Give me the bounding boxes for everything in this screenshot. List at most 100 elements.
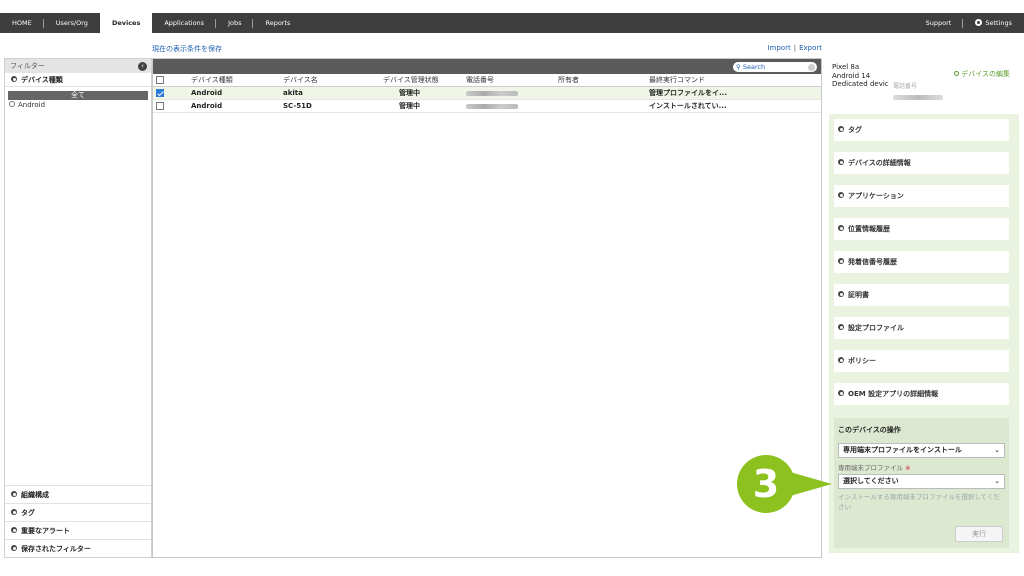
cell-last-command: インストールされてい... (649, 102, 727, 110)
section-device-details[interactable]: デバイスの詳細情報 (834, 152, 1009, 174)
section-tags[interactable]: タグ (834, 119, 1009, 141)
operation-select[interactable]: 専用端末プロファイルをインストール ⌄ (838, 443, 1005, 458)
filter-saved-label: 保存されたフィルター (21, 545, 91, 553)
filter-org[interactable]: 組織構成 (5, 485, 151, 503)
cell-type: Android (191, 102, 223, 110)
filter-device-type[interactable]: デバイス種類 (5, 73, 151, 87)
nav-users-org[interactable]: Users/Org (44, 13, 100, 33)
col-mgmt-status[interactable]: デバイス管理状態 (383, 75, 466, 85)
filter-all[interactable]: 全て (8, 91, 148, 100)
device-table-panel: ⚲ Search デバイス種類 デバイス名 デバイス管理状態 電話番号 所有者 … (152, 58, 822, 558)
filter-saved[interactable]: 保存されたフィルター (5, 539, 151, 557)
cell-last-command: 管理プロファイルをイ... (649, 89, 727, 97)
redacted-phone (466, 103, 518, 109)
phone-label: 電話番号 (893, 83, 918, 90)
col-phone[interactable]: 電話番号 (466, 75, 558, 85)
radio-icon (9, 101, 15, 107)
section-label: 証明書 (848, 291, 869, 299)
device-summary: Pixel 8a Android 14 Dedicated devic デバイス… (829, 58, 1019, 114)
nav-settings-label: Settings (985, 19, 1012, 27)
redacted-phone (893, 95, 943, 100)
edit-icon (954, 71, 960, 76)
expand-icon (838, 258, 844, 264)
save-view-link[interactable]: 現在の表示条件を保存 (152, 44, 222, 54)
edit-device-label: デバイスの編集 (961, 70, 1010, 78)
cell-type: Android (191, 89, 223, 97)
profile-label: 専用端末プロファイル ※ (838, 462, 1005, 472)
device-detail-panel: Pixel 8a Android 14 Dedicated devic デバイス… (829, 58, 1019, 553)
col-last-command[interactable]: 最終実行コマンド (649, 75, 819, 85)
row-checkbox[interactable] (156, 89, 164, 97)
row-checkbox[interactable] (156, 102, 164, 110)
section-applications[interactable]: アプリケーション (834, 185, 1009, 207)
expand-icon (11, 76, 17, 82)
profile-hint: インストールする専用端末プロファイルを選択してください (838, 493, 1000, 511)
col-device-name[interactable]: デバイス名 (283, 75, 383, 85)
filter-alerts[interactable]: 重要なアラート (5, 521, 151, 539)
import-link[interactable]: Import (767, 44, 790, 52)
cell-mgmt: 管理中 (399, 102, 420, 110)
filter-android[interactable]: Android (5, 100, 151, 111)
nav-jobs[interactable]: Jobs (216, 13, 254, 33)
cell-mgmt-wrap: 管理中 (383, 101, 466, 111)
filter-device-type-label: デバイス種類 (21, 76, 63, 84)
export-link[interactable]: Export (799, 44, 822, 52)
table-row[interactable]: Android akita 管理中 管理プロファイルをイ... (153, 87, 821, 100)
operation-select-value: 専用端末プロファイルをインストール (843, 446, 962, 454)
filter-bottom-sections: 組織構成 タグ 重要なアラート 保存されたフィルター (5, 485, 151, 557)
expand-icon (11, 545, 17, 551)
section-config-profiles[interactable]: 設定プロファイル (834, 317, 1009, 339)
expand-icon (838, 159, 844, 165)
filter-tags[interactable]: タグ (5, 503, 151, 521)
clear-icon[interactable] (808, 63, 815, 71)
filter-tags-label: タグ (21, 509, 35, 517)
expand-icon (838, 225, 844, 231)
select-all-checkbox[interactable] (156, 76, 164, 84)
row-checkbox-cell (153, 102, 191, 110)
nav-reports[interactable]: Reports (253, 13, 302, 33)
cell-mgmt: 管理中 (399, 89, 420, 97)
nav-applications[interactable]: Applications (152, 13, 216, 33)
section-call-history[interactable]: 発着信番号履歴 (834, 251, 1009, 273)
nav-settings[interactable]: Settings (963, 13, 1024, 33)
chevron-down-icon: ⌄ (994, 446, 1000, 454)
cell-phone (466, 89, 558, 97)
section-oem-config[interactable]: OEM 設定アプリの詳細情報 (834, 383, 1009, 405)
search-placeholder: Search (742, 63, 766, 71)
nav-home[interactable]: HOME (0, 13, 44, 33)
filter-android-label: Android (18, 101, 46, 109)
pointer-arrow (790, 472, 832, 496)
section-label: 発着信番号履歴 (848, 258, 897, 266)
table-row[interactable]: Android SC-51D 管理中 インストールされてい... (153, 100, 821, 113)
expand-icon (11, 491, 17, 497)
section-label: 位置情報履歴 (848, 225, 890, 233)
profile-select[interactable]: 選択してください ⌄ (838, 474, 1005, 489)
gear-icon (975, 19, 983, 26)
expand-icon (838, 390, 844, 396)
collapse-left-icon[interactable]: ‹ (138, 61, 147, 71)
top-nav: HOME Users/Org Devices Applications Jobs… (0, 13, 1024, 33)
expand-icon (838, 357, 844, 363)
profile-label-text: 専用端末プロファイル (838, 464, 903, 472)
nav-devices[interactable]: Devices (99, 13, 153, 33)
required-mark: ※ (905, 464, 911, 472)
edit-device-link[interactable]: デバイスの編集 (954, 70, 1010, 79)
search-icon: ⚲ (736, 63, 741, 71)
col-device-type[interactable]: デバイス種類 (191, 75, 283, 85)
ops-title: このデバイスの操作 (838, 426, 901, 434)
expand-icon (838, 126, 844, 132)
section-certificates[interactable]: 証明書 (834, 284, 1009, 306)
expand-icon (11, 509, 17, 515)
row-checkbox-cell (153, 89, 191, 97)
import-export-separator: | (793, 44, 797, 52)
run-button[interactable]: 実行 (955, 526, 1003, 542)
table-toolbar: ⚲ Search (153, 59, 821, 74)
section-label: デバイスの詳細情報 (848, 159, 911, 167)
col-owner[interactable]: 所有者 (558, 75, 649, 85)
cell-mgmt-wrap: 管理中 (383, 88, 466, 98)
cell-phone (466, 102, 558, 110)
search-input[interactable]: ⚲ Search (733, 62, 817, 72)
nav-support[interactable]: Support (914, 13, 964, 33)
section-location-history[interactable]: 位置情報履歴 (834, 218, 1009, 240)
section-policies[interactable]: ポリシー (834, 350, 1009, 372)
